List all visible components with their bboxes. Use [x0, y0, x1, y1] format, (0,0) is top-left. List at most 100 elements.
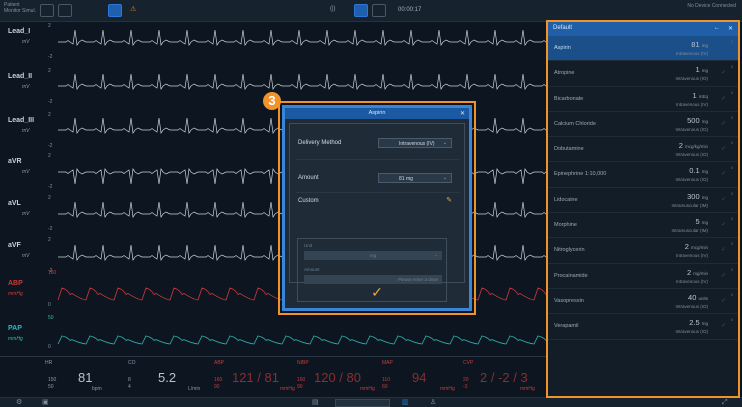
expand-icon[interactable]: ⤢: [722, 399, 728, 407]
drug-item[interactable]: Calcium Chloride 500 mg Intravenous (IO) ✓ 0: [548, 112, 738, 138]
drug-name: Nitroglycerin: [554, 247, 585, 254]
drug-item[interactable]: Verapamil 2.5 mg Intravenous (IO) ✓ 0: [548, 314, 738, 340]
hr-value: 81: [78, 370, 93, 385]
drug-route: Intravenous (IO): [675, 303, 708, 309]
edit-icon[interactable]: ✎: [446, 196, 452, 204]
drug-item[interactable]: Morphine 5 mg Intramuscular (IM) ✓ 0: [548, 213, 738, 239]
drug-dose: 1 mEq: [692, 90, 708, 100]
drug-item[interactable]: Dobutamine 2 mcg/kg/min Intravenous (IO) ✓ 0: [548, 137, 738, 163]
co-label: CO: [128, 360, 136, 366]
pap-waveform: [57, 335, 563, 345]
abp-scale-top: 160: [48, 270, 57, 276]
co-lo: 4: [128, 384, 131, 390]
cvp-label: CVP: [463, 360, 474, 366]
cvp-hi: 20: [463, 377, 469, 383]
ecg-waveform: [58, 73, 563, 90]
co-value: 5.2: [158, 370, 177, 385]
abp-hi: 160: [214, 377, 223, 383]
drug-route: Intramuscular (IM): [671, 202, 708, 208]
pap-unit: mmHg: [8, 336, 23, 342]
hr-unit: bpm: [92, 386, 102, 392]
drug-route: Intravenous (IV): [675, 253, 708, 259]
drug-indicator: 0: [730, 190, 733, 196]
drug-indicator: 0: [730, 317, 733, 323]
drug-indicator: 0: [730, 165, 733, 171]
check-icon: ✓: [720, 272, 726, 279]
back-arrow-icon[interactable]: ←: [714, 25, 720, 31]
drug-name: Epinephrine 1:10,000: [554, 171, 607, 178]
chevron-down-icon: ⌄: [442, 140, 447, 146]
ecg-waveform: [58, 29, 563, 46]
check-icon: ✓: [720, 120, 726, 127]
drug-indicator: 0: [730, 140, 733, 146]
unit-select[interactable]: mg ⌄: [304, 251, 442, 260]
drug-item[interactable]: Nitroglycerin 2 mcg/min Intravenous (IV) ✓ 0: [548, 238, 738, 264]
cvp-lo: -3: [463, 384, 468, 390]
row-divider: [296, 192, 460, 193]
amount-input[interactable]: Please enter a dose: [304, 275, 442, 284]
drug-item[interactable]: Vasopressin 40 units Intravenous (IO) ✓ 0: [548, 289, 738, 315]
drug-route: Intravenous (IO): [675, 76, 708, 82]
drug-dose: 0.1 mg: [689, 166, 708, 176]
dialog-header: Aspirin ✕: [285, 108, 469, 119]
drug-indicator: 0: [730, 216, 733, 222]
hr-hi: 150: [48, 377, 57, 383]
drug-item[interactable]: Bicarbonate 1 mEq Intravenous (IV) ✓ 0: [548, 87, 738, 112]
close-icon[interactable]: ✕: [728, 25, 733, 32]
delivery-method-select[interactable]: Intravenous (IV) ⌄: [378, 138, 452, 148]
drug-item[interactable]: Lidocaine 300 mg Intramuscular (IM) ✓ 0: [548, 188, 738, 214]
map-unit: mmHg: [440, 386, 455, 392]
map-value: 94: [412, 370, 427, 385]
custom-label: Custom: [298, 198, 319, 204]
chevron-down-icon: ⌄: [442, 175, 447, 181]
nibp-unit: mmHg: [360, 386, 375, 392]
drug-indicator: 0: [730, 89, 733, 95]
chevron-down-icon: ⌄: [434, 252, 438, 257]
check-icon: ✓: [720, 95, 726, 102]
drug-item[interactable]: Aspirin 81 mg Intravenous (IV) ✓ 0: [548, 36, 738, 62]
co-unit: L/min: [188, 386, 201, 392]
drug-item[interactable]: Procainamide 2 mg/min Intravenous (IV) ✓ 0: [548, 264, 738, 289]
drug-indicator: 0: [730, 291, 733, 297]
step-badge: 3: [263, 92, 281, 110]
drug-route: Intravenous (IO): [675, 329, 708, 335]
delivery-method-value: Intravenous (IV): [399, 141, 435, 147]
bottom-search-field[interactable]: [335, 399, 390, 407]
person-icon[interactable]: ♙: [430, 399, 436, 407]
amount-select[interactable]: 81 mg ⌄: [378, 173, 452, 183]
drug-dose: 500 mg: [687, 115, 708, 125]
map-hi: 110: [382, 377, 390, 383]
hr-label: HR: [45, 360, 53, 366]
unit-value: mg: [369, 253, 377, 258]
check-icon: ✓: [720, 222, 726, 229]
check-icon: ✓: [720, 196, 726, 203]
drug-panel-title: Default: [553, 25, 573, 31]
drug-item[interactable]: Atropine 1 mg Intravenous (IO) ✓ 0: [548, 61, 738, 87]
syringe-icon[interactable]: ▥: [402, 399, 409, 407]
map-lo: 60: [382, 384, 388, 390]
drug-name: Verapamil: [554, 323, 579, 330]
check-icon: ✓: [720, 171, 726, 178]
settings-icon[interactable]: ⚙: [16, 399, 22, 407]
abp-value: 121 / 81: [232, 370, 279, 385]
check-icon: ✓: [720, 297, 726, 304]
drug-indicator: 0: [730, 114, 733, 120]
drug-route: Intravenous (IV): [675, 101, 708, 107]
check-icon: ✓: [720, 70, 726, 77]
confirm-check-icon[interactable]: ✓: [285, 284, 469, 301]
drug-name: Procainamide: [554, 272, 588, 279]
drug-dose: 2.5 mg: [689, 318, 708, 328]
drug-dose: 300 mg: [687, 191, 708, 201]
vitals-divider: [0, 356, 546, 357]
dialog-title: Aspirin: [368, 110, 386, 116]
drug-item[interactable]: Epinephrine 1:10,000 0.1 mg Intravenous (I…: [548, 162, 738, 188]
drug-icon[interactable]: ▤: [312, 399, 319, 407]
amount-field-label: Amount: [304, 267, 320, 272]
nibp-lo: 90: [297, 384, 303, 390]
delivery-method-label: Delivery Method: [298, 140, 342, 146]
drug-name: Morphine: [554, 222, 577, 229]
check-icon: ✓: [720, 247, 726, 254]
dialog-close-icon[interactable]: ✕: [460, 110, 465, 117]
print-icon[interactable]: ▣: [42, 399, 49, 407]
drug-indicator: 0: [730, 241, 733, 247]
